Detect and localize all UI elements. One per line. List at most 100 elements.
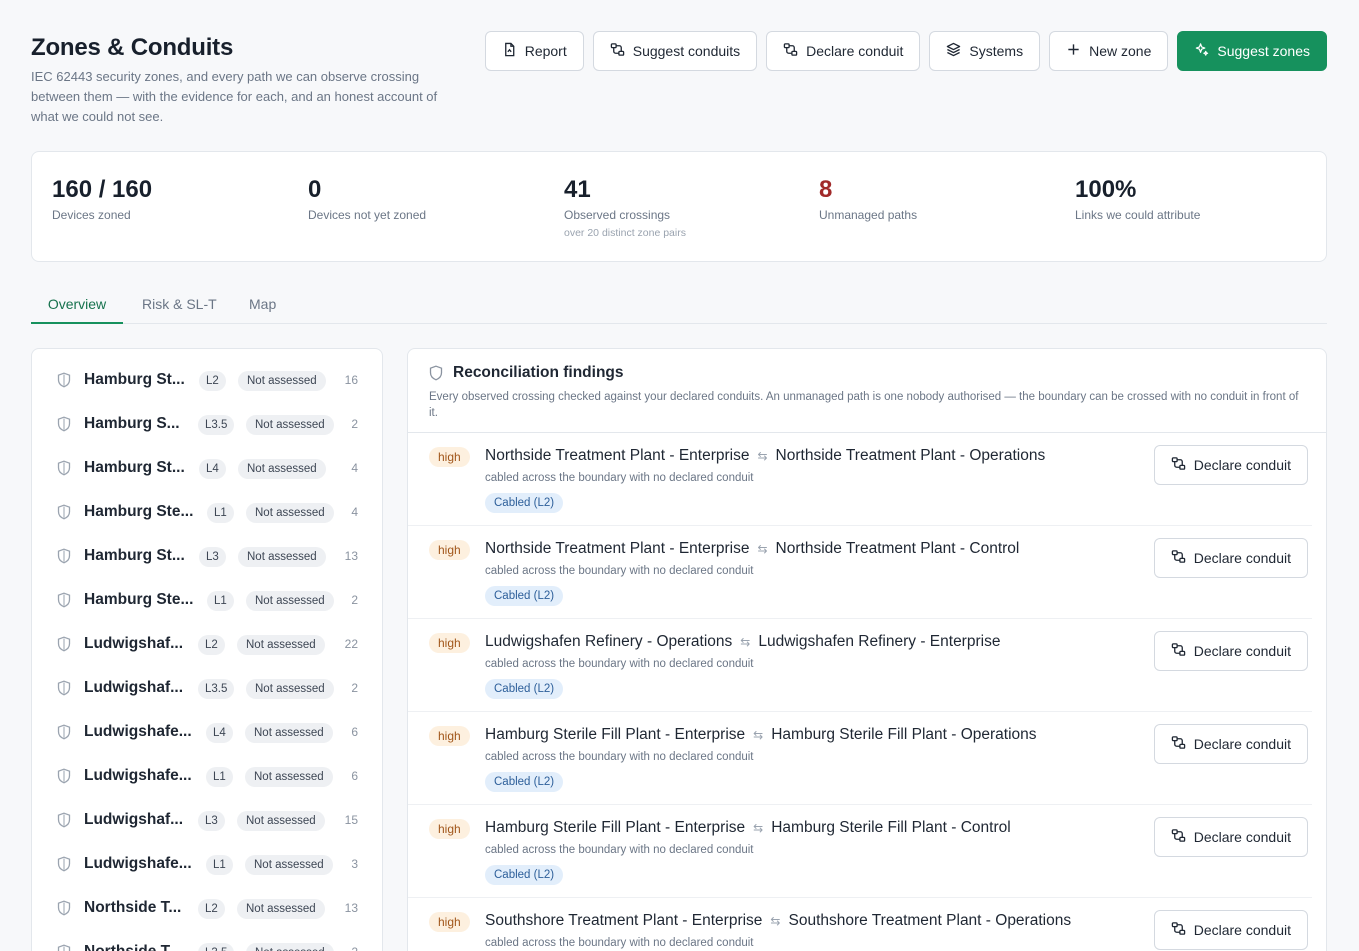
zone-status-badge: Not assessed: [245, 767, 333, 787]
shield-icon: [57, 724, 71, 740]
conduit-icon: [1171, 735, 1186, 753]
zone-device-count: 15: [344, 813, 358, 827]
systems-button[interactable]: Systems: [929, 31, 1041, 71]
zone-name: Ludwigshaf...: [84, 811, 184, 828]
report-label: Report: [524, 43, 567, 59]
finding-zone-pair: Ludwigshafen Refinery - Operations ⇆ Ludwi…: [485, 633, 1000, 651]
declare-conduit-label: Declare conduit: [1193, 829, 1291, 845]
tab-map[interactable]: Map: [249, 288, 276, 324]
tab-risk-sl-t[interactable]: Risk & SL-T: [142, 288, 217, 324]
zone-name: Ludwigshafe...: [84, 767, 192, 784]
zone-name: Hamburg St...: [84, 547, 185, 564]
declare-conduit-button[interactable]: Declare conduit: [1153, 445, 1308, 485]
page-subtitle: IEC 62443 security zones, and every path…: [31, 69, 438, 124]
zone-level-badge: L3.5: [198, 943, 235, 951]
severity-badge: high: [429, 912, 470, 932]
finding-zone-pair: Northside Treatment Plant - Enterprise ⇆ N…: [485, 540, 1019, 558]
shield-icon: [57, 900, 71, 916]
new-zone-button[interactable]: New zone: [1049, 31, 1169, 71]
bidirectional-arrow-icon: ⇆: [740, 635, 751, 649]
stat-label: Devices zoned: [52, 208, 131, 222]
stat-label: Observed crossings: [564, 208, 671, 222]
finding-row: high Southshore Treatment Plant - Enterpr…: [408, 898, 1326, 951]
sparkle-icon: [1194, 42, 1209, 60]
zone-device-count: 4: [351, 461, 358, 475]
declare-conduit-button[interactable]: Declare conduit: [1153, 817, 1308, 857]
findings-title: Reconciliation findings: [453, 364, 624, 381]
zone-level-badge: L1: [206, 855, 233, 875]
suggest-conduits-label: Suggest conduits: [632, 43, 741, 59]
zone-device-count: 13: [344, 901, 358, 915]
zone-list-item[interactable]: Ludwigshafe... L1 Not assessed 6: [32, 756, 382, 800]
declare-conduit-button[interactable]: Declare conduit: [766, 31, 921, 71]
severity-badge: high: [429, 540, 470, 560]
zone-list-item[interactable]: Ludwigshafe... L4 Not assessed 6: [32, 712, 382, 756]
bidirectional-arrow-icon: ⇆: [770, 914, 781, 928]
zone-list-item[interactable]: Hamburg Ste... L1 Not assessed 2: [32, 580, 382, 624]
zone-name: Hamburg S...: [84, 415, 180, 432]
zone-device-count: 4: [351, 505, 358, 519]
header-actions: Report Suggest conduits Declare conduit …: [484, 31, 1327, 71]
suggest-zones-button[interactable]: Suggest zones: [1177, 31, 1327, 71]
severity-badge: high: [429, 447, 470, 467]
finding-from-zone: Ludwigshafen Refinery - Operations: [485, 633, 733, 650]
zone-name: Hamburg Ste...: [84, 503, 194, 520]
stat-label: Devices not yet zoned: [308, 208, 427, 222]
stat-value: 8: [819, 176, 833, 203]
shield-icon: [57, 416, 71, 432]
zone-list-item[interactable]: Ludwigshaf... L3.5 Not assessed 2: [32, 668, 382, 712]
suggest-conduits-button[interactable]: Suggest conduits: [592, 31, 758, 71]
finding-from-zone: Hamburg Sterile Fill Plant - Enterprise: [485, 726, 746, 743]
zone-device-count: 2: [351, 681, 358, 695]
zone-list-item[interactable]: Hamburg St... L4 Not assessed 4: [32, 448, 382, 492]
declare-conduit-button[interactable]: Declare conduit: [1153, 910, 1308, 950]
zone-status-badge: Not assessed: [238, 547, 326, 567]
shield-icon: [429, 365, 443, 381]
tab-overview[interactable]: Overview: [31, 288, 123, 324]
zone-level-badge: L4: [206, 723, 233, 743]
zone-list-item[interactable]: Hamburg Ste... L1 Not assessed 4: [32, 492, 382, 536]
finding-zone-pair: Northside Treatment Plant - Enterprise ⇆ N…: [485, 447, 1045, 465]
zone-list-item[interactable]: Ludwigshaf... L2 Not assessed 22: [32, 624, 382, 668]
declare-conduit-button[interactable]: Declare conduit: [1153, 538, 1308, 578]
zone-device-count: 2: [351, 945, 358, 951]
declare-conduit-button[interactable]: Declare conduit: [1153, 631, 1308, 671]
finding-to-zone: Hamburg Sterile Fill Plant - Operations: [771, 726, 1037, 743]
finding-note: cabled across the boundary with no decla…: [485, 751, 754, 763]
shield-icon: [57, 372, 71, 388]
declare-conduit-button[interactable]: Declare conduit: [1153, 724, 1308, 764]
shield-icon: [57, 812, 71, 828]
conduit-icon: [1171, 921, 1186, 939]
zone-level-badge: L3: [198, 811, 225, 831]
evidence-chip: Cabled (L2): [485, 865, 564, 885]
zone-level-badge: L2: [199, 371, 226, 391]
zone-status-badge: Not assessed: [246, 415, 334, 435]
zone-name: Northside T...: [84, 943, 181, 951]
conduit-icon: [610, 42, 625, 60]
zone-name: Ludwigshafe...: [84, 723, 192, 740]
zone-list-item[interactable]: Hamburg St... L2 Not assessed 16: [32, 360, 382, 404]
declare-conduit-label: Declare conduit: [1193, 922, 1291, 938]
finding-from-zone: Southshore Treatment Plant - Enterprise: [485, 912, 763, 929]
zone-list-item[interactable]: Ludwigshaf... L3 Not assessed 15: [32, 800, 382, 844]
systems-label: Systems: [969, 43, 1024, 59]
report-button[interactable]: Report: [484, 31, 584, 71]
stat-value: 100%: [1075, 176, 1137, 203]
severity-badge: high: [429, 633, 470, 653]
zone-device-count: 13: [344, 549, 358, 563]
stat-label: Unmanaged paths: [819, 208, 918, 222]
zone-list-item[interactable]: Hamburg S... L3.5 Not assessed 2: [32, 404, 382, 448]
zone-list-item[interactable]: Northside T... L2 Not assessed 13: [32, 888, 382, 932]
zone-level-badge: L2: [198, 899, 225, 919]
stat-observed-crossings: 41 Observed crossings over 20 distinct z…: [564, 175, 686, 239]
shield-icon: [57, 856, 71, 872]
zone-status-badge: Not assessed: [245, 723, 333, 743]
zone-list-item[interactable]: Ludwigshafe... L1 Not assessed 3: [32, 844, 382, 888]
finding-zone-pair: Southshore Treatment Plant - Enterprise ⇆…: [485, 912, 1071, 930]
zone-list-item[interactable]: Northside T... L3.5 Not assessed 2: [32, 932, 382, 951]
declare-conduit-label: Declare conduit: [1193, 736, 1291, 752]
zone-list-item[interactable]: Hamburg St... L3 Not assessed 13: [32, 536, 382, 580]
shield-icon: [57, 504, 71, 520]
shield-icon: [57, 680, 71, 696]
conduit-icon: [1171, 549, 1186, 567]
